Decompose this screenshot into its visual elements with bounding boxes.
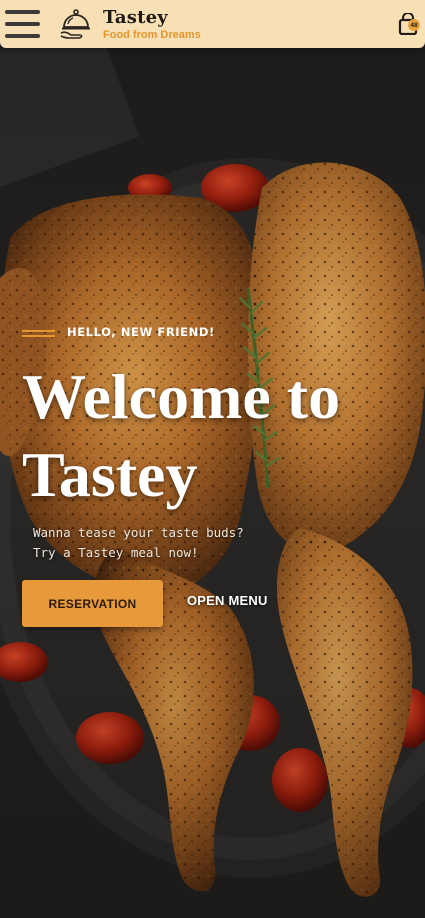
- hero-eyebrow: HELLO, NEW FRIEND!: [67, 325, 215, 339]
- cloche-icon[interactable]: [59, 7, 93, 41]
- hero-title-line2: Tastey: [22, 439, 198, 510]
- hero-subtitle: Wanna tease your taste buds? Try a Taste…: [33, 523, 293, 563]
- hamburger-icon[interactable]: [5, 8, 41, 40]
- hero-title: Welcome to Tastey: [22, 358, 422, 514]
- brand-name[interactable]: Tastey: [103, 7, 168, 28]
- brand-tagline: Food from Dreams: [103, 29, 201, 41]
- hero-subtitle-line1: Wanna tease your taste buds?: [33, 525, 244, 540]
- eyebrow-decoration: [22, 330, 55, 340]
- top-nav-bar: Tastey Food from Dreams 48: [0, 0, 425, 48]
- cart-button[interactable]: 48: [396, 12, 422, 38]
- hero-title-line1: Welcome to: [22, 361, 341, 432]
- reservation-button[interactable]: RESERVATION: [22, 580, 163, 627]
- open-menu-button[interactable]: OPEN MENU: [187, 593, 268, 608]
- hero-subtitle-line2: Try a Tastey meal now!: [33, 545, 199, 560]
- cart-count-badge: 48: [408, 19, 420, 31]
